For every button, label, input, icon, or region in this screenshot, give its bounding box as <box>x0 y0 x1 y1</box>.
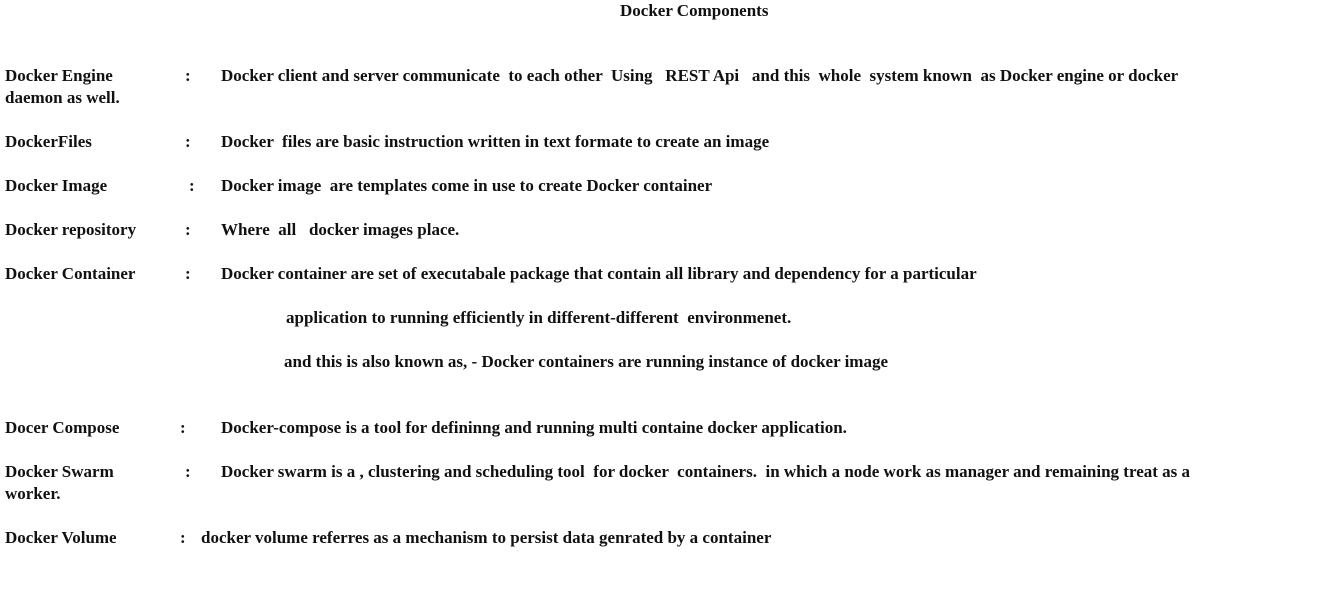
separator-colon: : <box>180 528 186 547</box>
description-docker-compose: Docker-compose is a tool for defininng a… <box>221 418 847 437</box>
term-dockerfiles: DockerFiles <box>5 132 92 151</box>
separator-colon: : <box>180 418 186 437</box>
description-docker-container-line-3: and this is also known as, - Docker cont… <box>284 352 889 371</box>
description-docker-engine: Docker client and server communicate to … <box>221 66 1179 85</box>
term-docker-compose: Docer Compose <box>5 418 120 437</box>
description-docker-repository: Where all docker images place. <box>221 220 460 239</box>
term-docker-image: Docker Image <box>5 176 108 195</box>
separator-colon: : <box>185 220 191 239</box>
separator-colon: : <box>185 132 191 151</box>
term-docker-swarm: Docker Swarm <box>5 462 114 481</box>
separator-colon: : <box>185 462 191 481</box>
separator-colon: : <box>185 66 191 85</box>
term-docker-container: Docker Container <box>5 264 136 283</box>
separator-colon: : <box>185 264 191 283</box>
description-docker-swarm-continuation: worker. <box>5 484 61 503</box>
description-dockerfiles: Docker files are basic instruction writt… <box>221 132 770 151</box>
description-docker-volume: docker volume referres as a mechanism to… <box>201 528 772 547</box>
description-docker-container: Docker container are set of executabale … <box>221 264 977 283</box>
term-docker-volume: Docker Volume <box>5 528 117 547</box>
document-page: Docker Components Docker Engine : Docker… <box>0 0 1339 589</box>
description-docker-engine-continuation: daemon as well. <box>5 88 120 107</box>
term-docker-repository: Docker repository <box>5 220 137 239</box>
description-docker-container-line-2: application to running efficiently in di… <box>286 308 792 327</box>
description-docker-image: Docker image are templates come in use t… <box>221 176 713 195</box>
page-title: Docker Components <box>620 1 769 20</box>
separator-colon: : <box>189 176 195 195</box>
term-docker-engine: Docker Engine <box>5 66 113 85</box>
description-docker-swarm: Docker swarm is a , clustering and sched… <box>221 462 1191 481</box>
